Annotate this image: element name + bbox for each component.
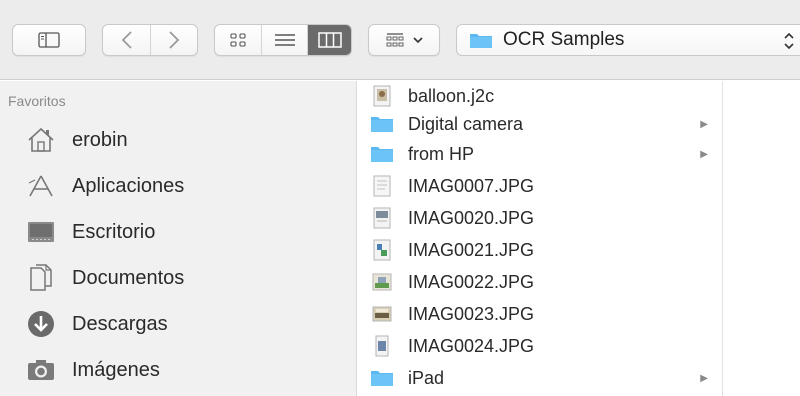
path-folder-name: OCR Samples [503, 29, 625, 50]
applications-icon [26, 171, 56, 201]
back-forward-control [102, 24, 198, 56]
sidebar-item-label: Escritorio [72, 220, 156, 243]
chevron-down-icon [413, 37, 423, 44]
sidebar-item-label: Documentos [72, 266, 185, 289]
list-item[interactable]: iPad ▶ [358, 362, 722, 394]
image-file-icon [370, 174, 394, 198]
sidebar-item-aplicaciones[interactable]: Aplicaciones [0, 164, 357, 208]
sidebar: Favoritos erobin Aplicaciones Escritorio… [0, 81, 357, 396]
image-file-icon [370, 238, 394, 262]
sidebar-item-escritorio[interactable]: Escritorio [0, 210, 357, 254]
chevron-right-icon [169, 31, 180, 49]
empty-column [722, 81, 800, 396]
folder-icon [370, 142, 394, 166]
file-name: from HP [408, 143, 475, 164]
sidebar-item-documentos[interactable]: Documentos [0, 256, 357, 300]
sidebar-item-imagenes[interactable]: Imágenes [0, 348, 357, 392]
back-button[interactable] [103, 25, 150, 55]
file-name: balloon.j2c [408, 85, 495, 106]
image-file-icon [370, 302, 394, 326]
list-view-button[interactable] [261, 25, 307, 55]
file-name: IMAG0007.JPG [408, 175, 535, 196]
sidebar-item-erobin[interactable]: erobin [0, 118, 357, 162]
image-file-icon [370, 206, 394, 230]
list-item[interactable]: IMAG0022.JPG [358, 266, 722, 298]
image-file-icon [370, 270, 394, 294]
disclosure-arrow-icon: ▶ [700, 372, 708, 384]
up-down-arrows-icon [784, 32, 794, 50]
column-view-icon [317, 32, 342, 48]
sidebar-heading: Favoritos [8, 93, 66, 109]
disclosure-arrow-icon: ▶ [700, 118, 708, 130]
folder-icon [470, 34, 492, 48]
file-name: IMAG0024.JPG [408, 335, 535, 356]
view-mode-control [214, 24, 352, 56]
disclosure-arrow-icon: ▶ [700, 148, 708, 160]
list-item[interactable]: IMAG0023.JPG [358, 298, 722, 330]
file-name: IMAG0023.JPG [408, 303, 535, 324]
image-file-icon [370, 84, 394, 108]
file-name: iPad [408, 367, 445, 388]
camera-icon [26, 355, 56, 385]
sidebar-item-label: Aplicaciones [72, 174, 185, 197]
list-item[interactable]: IMAG0007.JPG [358, 170, 722, 202]
sidebar-icon [38, 32, 60, 48]
file-column: balloon.j2c Digital camera ▶ from HP ▶ I… [358, 81, 722, 396]
sidebar-item-label: Descargas [72, 312, 168, 335]
list-item[interactable]: IMAG0020.JPG [358, 202, 722, 234]
sidebar-item-label: erobin [72, 128, 128, 151]
folder-icon [370, 112, 394, 136]
file-name: IMAG0022.JPG [408, 271, 535, 292]
file-name: IMAG0020.JPG [408, 207, 535, 228]
icon-view-icon [230, 33, 246, 47]
list-item[interactable]: IMAG0024.JPG [358, 330, 722, 362]
icon-view-button[interactable] [215, 25, 261, 55]
home-icon [26, 125, 56, 155]
chevron-left-icon [121, 31, 132, 49]
desktop-icon [26, 217, 56, 247]
toolbar: OCR Samples [0, 0, 800, 80]
file-name: IMAG0021.JPG [408, 239, 535, 260]
file-name: Digital camera [408, 113, 524, 134]
list-view-icon [274, 34, 295, 46]
list-item[interactable]: Digital camera ▶ [358, 108, 722, 140]
folder-icon [370, 366, 394, 390]
forward-button[interactable] [150, 25, 197, 55]
column-view-button[interactable] [307, 25, 351, 55]
image-file-icon [370, 334, 394, 358]
sidebar-toggle-button[interactable] [12, 24, 86, 56]
documents-icon [26, 263, 56, 293]
sidebar-item-label: Imágenes [72, 358, 160, 381]
sidebar-item-descargas[interactable]: Descargas [0, 302, 357, 346]
downloads-icon [26, 309, 56, 339]
list-item[interactable]: IMAG0021.JPG [358, 234, 722, 266]
arrange-menu-button[interactable] [368, 24, 440, 56]
path-popup[interactable]: OCR Samples [456, 24, 800, 56]
list-item[interactable]: from HP ▶ [358, 138, 722, 170]
arrange-icon [386, 33, 404, 47]
